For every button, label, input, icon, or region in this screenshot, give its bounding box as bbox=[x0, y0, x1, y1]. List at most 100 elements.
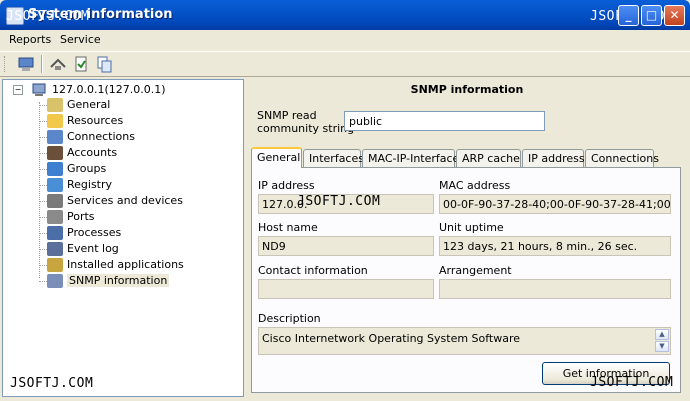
mac-address-field: 00-0F-90-37-28-40;00-0F-90-37-28-41;00-0… bbox=[439, 194, 671, 214]
collapse-icon[interactable]: − bbox=[13, 85, 23, 95]
host-name-field: ND9 bbox=[258, 236, 434, 256]
group-icon bbox=[47, 162, 63, 176]
close-button[interactable]: ✕ bbox=[664, 5, 685, 26]
tree-item-general[interactable]: General bbox=[47, 97, 110, 113]
tree-branch-line bbox=[39, 105, 47, 106]
menu-reports[interactable]: Reports bbox=[9, 33, 51, 46]
computer-button[interactable] bbox=[17, 55, 35, 73]
processes-icon bbox=[47, 226, 63, 240]
tree-branch-line bbox=[39, 281, 47, 282]
ports-icon bbox=[47, 210, 63, 224]
network-icon bbox=[47, 130, 63, 144]
arrangement-label: Arrangement bbox=[439, 264, 512, 277]
watermark-bottom-right: JSOFTJ.COM bbox=[590, 375, 674, 390]
tree-branch-line bbox=[39, 217, 47, 218]
applications-icon bbox=[47, 258, 63, 272]
copy-button[interactable] bbox=[95, 55, 113, 73]
registry-icon bbox=[47, 178, 63, 192]
ip-address-label: IP address bbox=[258, 179, 315, 192]
tree-item-registry[interactable]: Registry bbox=[47, 177, 112, 193]
tree-item-snmp-information[interactable]: SNMP information bbox=[47, 273, 170, 289]
menu-service[interactable]: Service bbox=[60, 33, 101, 46]
tree-item-label: SNMP information bbox=[67, 274, 170, 287]
scroll-up-button[interactable]: ▲ bbox=[655, 329, 669, 340]
close-icon: ✕ bbox=[669, 8, 680, 22]
general-tab-content: IP address 127.0.0. JSOFTJ.COM MAC addre… bbox=[251, 167, 681, 393]
tree-item-accounts[interactable]: Accounts bbox=[47, 145, 117, 161]
refresh-button[interactable] bbox=[72, 55, 90, 73]
toolbar bbox=[0, 51, 690, 77]
toolbar-grip[interactable] bbox=[4, 56, 8, 72]
tree-item-label: Groups bbox=[67, 162, 107, 175]
tree-branch-line bbox=[39, 185, 47, 186]
tree-item-groups[interactable]: Groups bbox=[47, 161, 106, 177]
tree-branch-line bbox=[39, 121, 47, 122]
copy-icon bbox=[97, 56, 112, 73]
maximize-icon: □ bbox=[645, 8, 658, 22]
tree-item-label: Services and devices bbox=[67, 194, 183, 207]
toolbar-separator bbox=[41, 55, 43, 73]
event-log-icon bbox=[47, 242, 63, 256]
menu-bar: Reports Service bbox=[0, 30, 690, 50]
tree-item-label: Connections bbox=[67, 130, 135, 143]
description-text: Cisco Internetwork Operating System Soft… bbox=[262, 332, 521, 345]
unit-uptime-field: 123 days, 21 hours, 8 min., 26 sec. bbox=[439, 236, 671, 256]
user-icon bbox=[47, 146, 63, 160]
tree-item-label: Event log bbox=[67, 242, 119, 255]
panel-title: SNMP information bbox=[410, 83, 524, 96]
tab-general[interactable]: General bbox=[251, 147, 302, 168]
watermark-bottom-left: JSOFTJ.COM bbox=[10, 376, 94, 391]
snmp-icon bbox=[47, 274, 63, 288]
community-string-input[interactable]: public bbox=[344, 111, 545, 131]
minimize-button[interactable]: _ bbox=[618, 5, 639, 26]
tree-item-installed-applications[interactable]: Installed applications bbox=[47, 257, 184, 273]
tree-item-resources[interactable]: Resources bbox=[47, 113, 123, 129]
community-label: SNMP read community string bbox=[257, 109, 354, 135]
watermark-top-left: JSOFTJ.COM bbox=[6, 9, 90, 24]
folder-icon bbox=[47, 114, 63, 128]
mac-address-label: MAC address bbox=[439, 179, 511, 192]
tree-branch-line bbox=[39, 249, 47, 250]
tree-item-label: Resources bbox=[67, 114, 124, 127]
tree-item-label: General bbox=[67, 98, 111, 111]
description-label: Description bbox=[258, 312, 321, 325]
computer-icon bbox=[18, 57, 34, 71]
tree-item-ports[interactable]: Ports bbox=[47, 209, 95, 225]
community-label-line1: SNMP read bbox=[257, 109, 317, 122]
tree-item-label: Registry bbox=[67, 178, 113, 191]
tree-branch-line bbox=[39, 153, 47, 154]
contact-information-field bbox=[258, 279, 434, 299]
tree-item-processes[interactable]: Processes bbox=[47, 225, 121, 241]
tree-panel[interactable]: − 127.0.0.1(127.0.0.1) General Resources C… bbox=[2, 79, 244, 397]
server-icon bbox=[32, 83, 45, 96]
tree-item-event-log[interactable]: Event log bbox=[47, 241, 119, 257]
tab-mac-ip-interface[interactable]: MAC-IP-Interface bbox=[362, 149, 459, 167]
scroll-down-button[interactable]: ▼ bbox=[655, 341, 669, 352]
description-field[interactable]: Cisco Internetwork Operating System Soft… bbox=[258, 327, 671, 355]
tree-connector bbox=[39, 102, 40, 278]
connect-button[interactable] bbox=[49, 55, 67, 73]
tree-branch-line bbox=[39, 233, 47, 234]
title-bar[interactable]: System information JSOFTJ.COM JSOFTJ.COM… bbox=[0, 0, 690, 30]
tab-connections[interactable]: Connections bbox=[585, 149, 659, 167]
community-label-line2: community string bbox=[257, 122, 355, 135]
tree-item-connections[interactable]: Connections bbox=[47, 129, 135, 145]
tree-item-label: Processes bbox=[67, 226, 122, 239]
tab-arp-cache[interactable]: ARP cache bbox=[456, 149, 521, 167]
tree-branch-line bbox=[39, 201, 47, 202]
watermark-middle: JSOFTJ.COM bbox=[297, 194, 381, 209]
host-name-label: Host name bbox=[258, 221, 318, 234]
minimize-icon: _ bbox=[625, 8, 632, 22]
tree-root[interactable]: − 127.0.0.1(127.0.0.1) bbox=[13, 83, 166, 97]
refresh-icon bbox=[75, 56, 87, 72]
connect-icon bbox=[50, 58, 66, 70]
tab-ip-address[interactable]: IP address bbox=[522, 149, 585, 167]
tab-interfaces[interactable]: Interfaces bbox=[303, 149, 364, 167]
general-icon bbox=[47, 98, 63, 112]
tree-item-services-and-devices[interactable]: Services and devices bbox=[47, 193, 183, 209]
tree-item-label: Accounts bbox=[67, 146, 118, 159]
maximize-button[interactable]: □ bbox=[641, 5, 662, 26]
tree-root-label: 127.0.0.1(127.0.0.1) bbox=[52, 83, 166, 96]
tree-item-label: Ports bbox=[67, 210, 95, 223]
tree-branch-line bbox=[39, 169, 47, 170]
